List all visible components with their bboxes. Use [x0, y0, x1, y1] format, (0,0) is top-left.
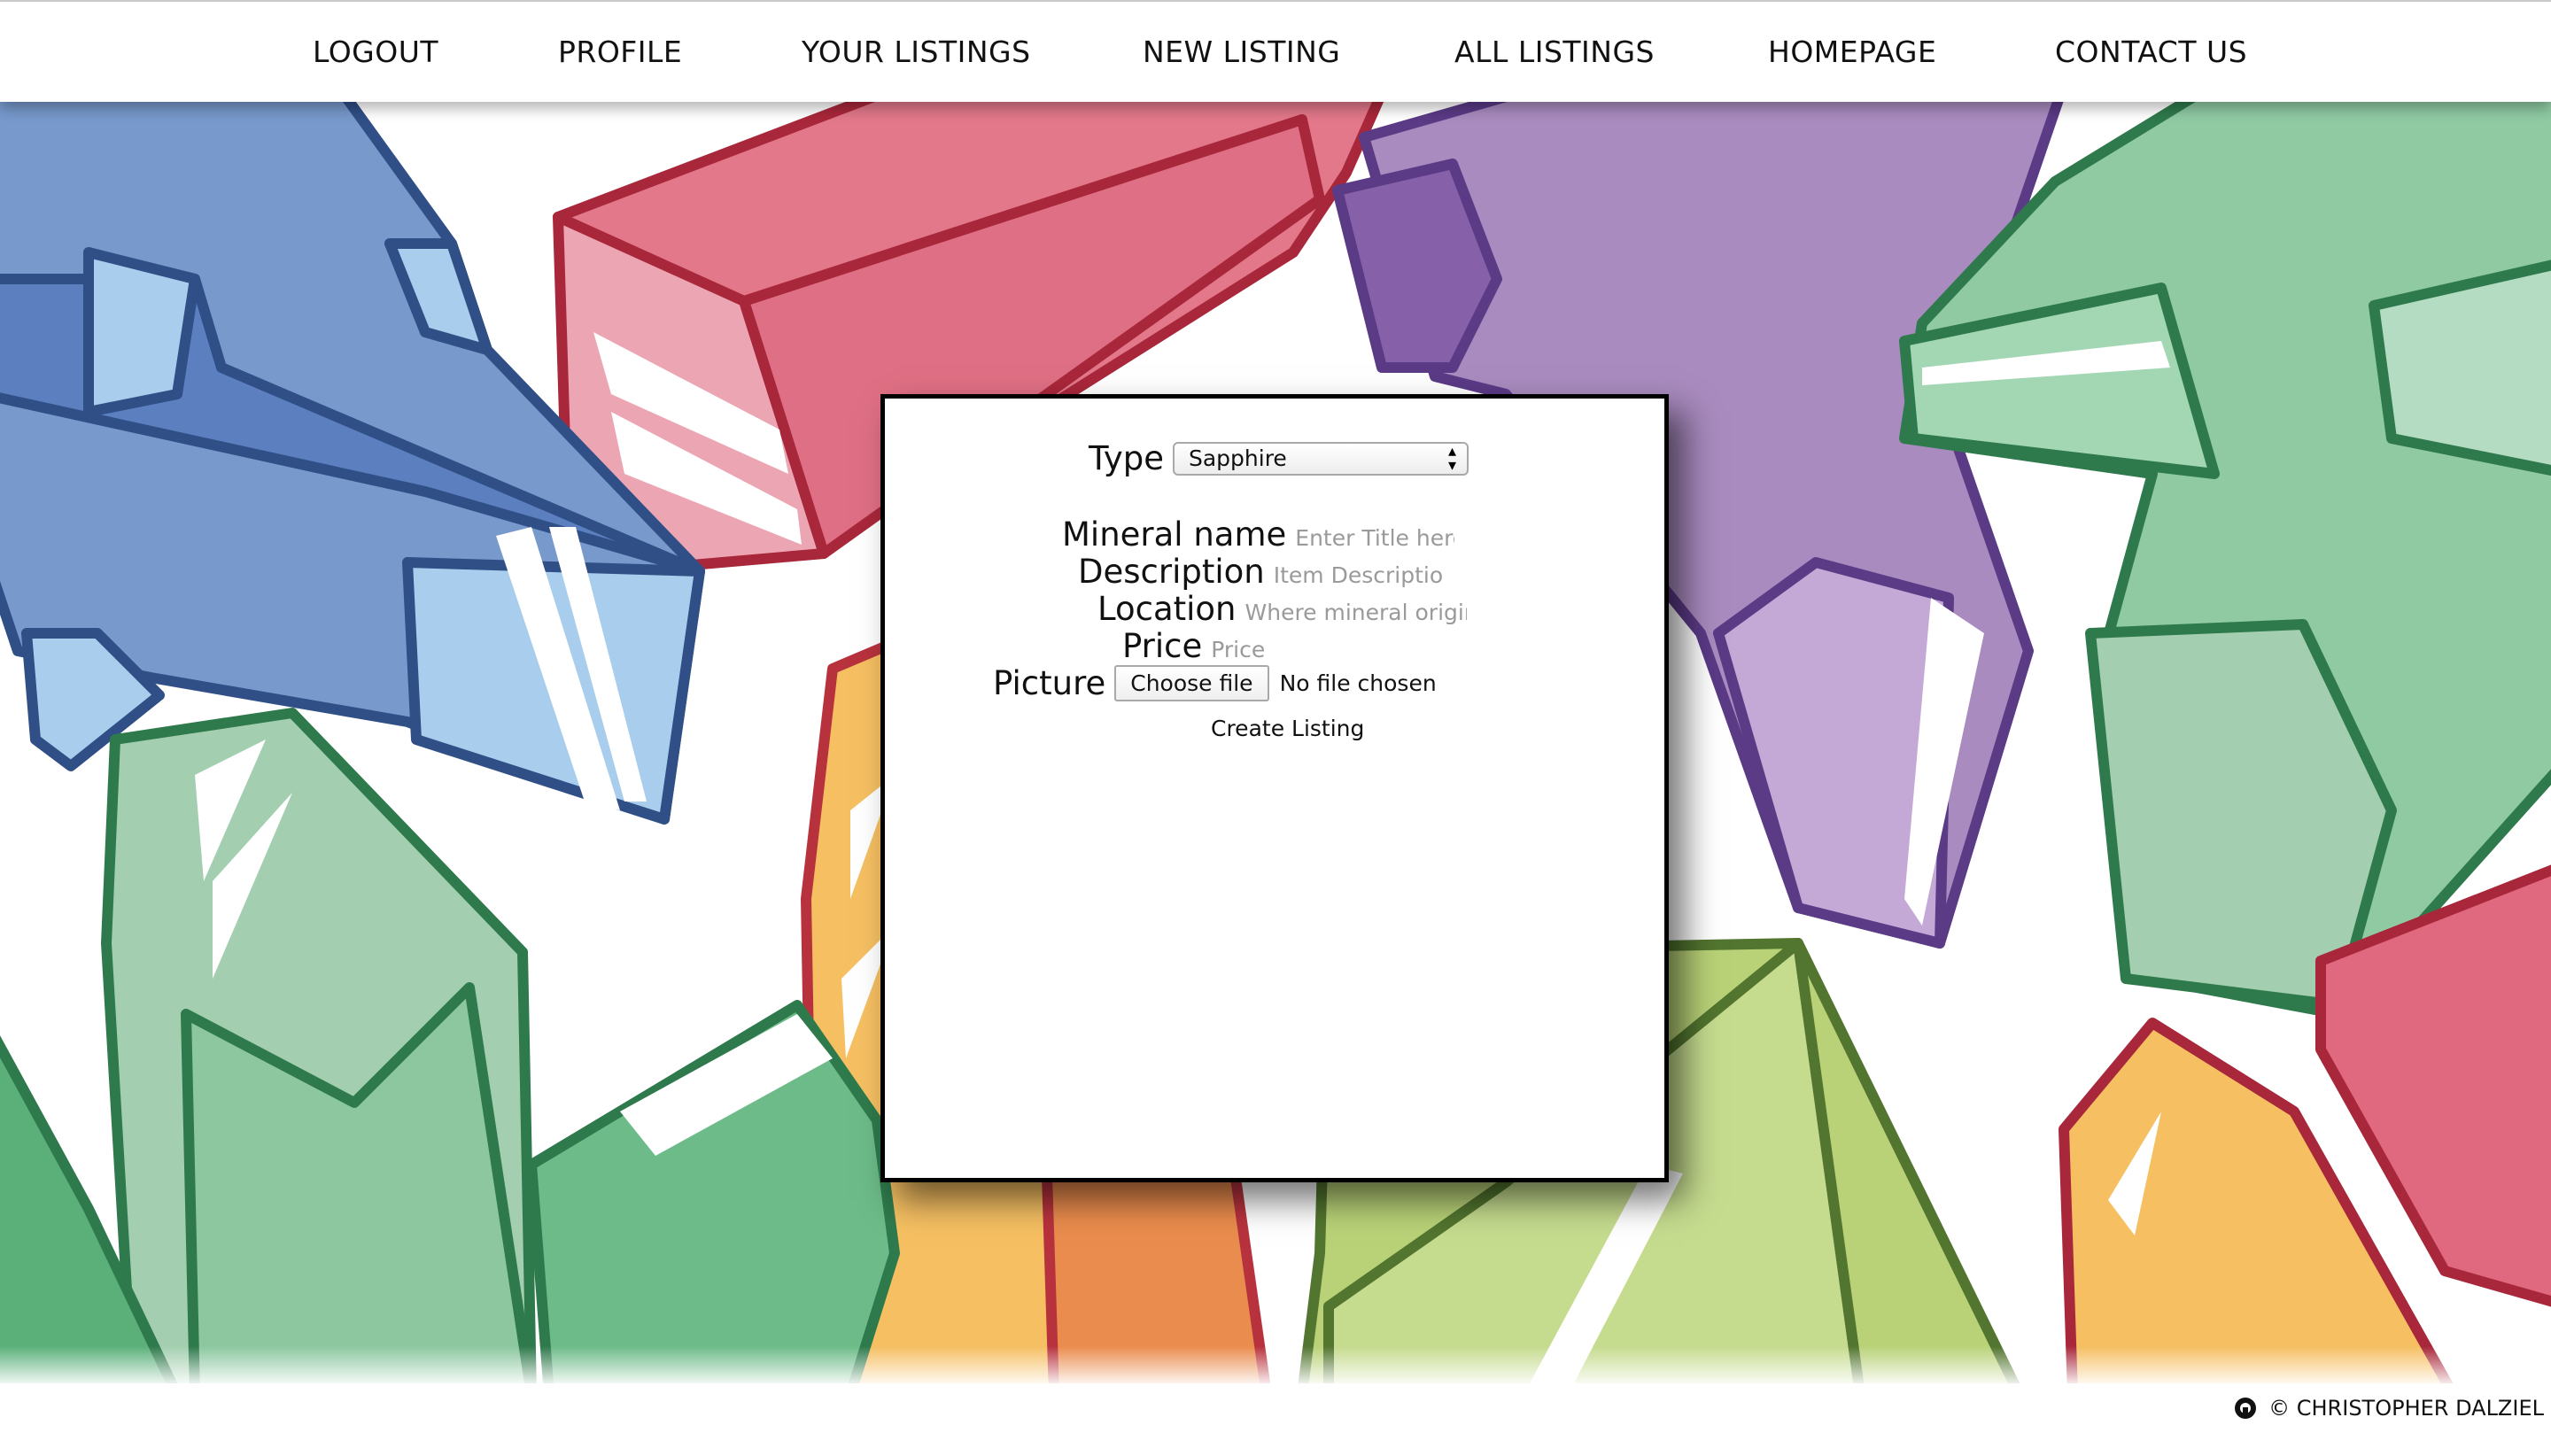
type-label: Type	[1089, 439, 1164, 477]
location-input[interactable]	[1244, 600, 1467, 625]
type-select-value: Sapphire	[1188, 445, 1287, 471]
nav-homepage[interactable]: HOMEPAGE	[1768, 2, 1936, 102]
green-crystal-left	[0, 708, 900, 1383]
price-label: Price	[1122, 627, 1203, 665]
copyright-text: © CHRISTOPHER DALZIEL	[2268, 1396, 2544, 1421]
nav-new-listing[interactable]: NEW LISTING	[1143, 2, 1340, 102]
file-status: No file chosen	[1279, 670, 1437, 696]
main-nav: LOGOUT PROFILE YOUR LISTINGS NEW LISTING…	[0, 2, 2551, 102]
nav-contact-us[interactable]: CONTACT US	[2055, 2, 2247, 102]
mineral-name-row: Mineral name	[1062, 515, 1455, 554]
background-fade	[0, 1346, 2551, 1383]
footer-copyright: © CHRISTOPHER DALZIEL	[2235, 1396, 2544, 1421]
mineral-name-label: Mineral name	[1062, 515, 1287, 554]
picture-label: Picture	[993, 664, 1106, 702]
mineral-name-input[interactable]	[1295, 525, 1455, 551]
description-row: Description	[1078, 553, 1442, 591]
location-label: Location	[1097, 590, 1237, 628]
price-row: Price	[1122, 627, 1318, 665]
footer: © CHRISTOPHER DALZIEL	[0, 1383, 2551, 1456]
nav-your-listings[interactable]: YOUR LISTINGS	[802, 2, 1031, 102]
select-arrows-icon: ▴ ▾	[1447, 441, 1456, 475]
type-row: Type Sapphire ▴ ▾	[1089, 439, 1469, 477]
picture-row: Picture Choose file No file chosen	[993, 664, 1437, 702]
type-select[interactable]: Sapphire ▴ ▾	[1172, 441, 1469, 476]
price-input[interactable]	[1211, 637, 1318, 662]
location-row: Location	[1097, 590, 1467, 628]
description-label: Description	[1078, 553, 1265, 591]
nav-profile[interactable]: PROFILE	[558, 2, 682, 102]
nav-logout[interactable]: LOGOUT	[313, 2, 438, 102]
choose-file-button[interactable]: Choose file	[1114, 665, 1269, 701]
description-input[interactable]	[1273, 562, 1442, 588]
new-listing-form: Type Sapphire ▴▾ Mineral name Descriptio…	[880, 394, 1669, 1182]
nav-all-listings[interactable]: ALL LISTINGS	[1454, 2, 1655, 102]
create-listing-button[interactable]: Create Listing	[1211, 716, 1364, 741]
github-icon[interactable]	[2235, 1398, 2257, 1419]
